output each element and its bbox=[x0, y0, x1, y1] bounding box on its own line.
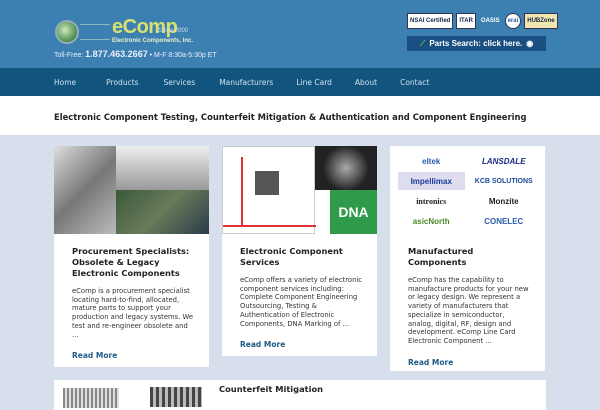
since-label: Since 2000 bbox=[158, 28, 189, 34]
card-text: eComp has the capability to manufacture … bbox=[408, 276, 529, 345]
company-name: Electronic Components, Inc. bbox=[112, 38, 194, 44]
card-procurement: Procurement Specialists: Obsolete & Lega… bbox=[54, 146, 209, 367]
nav-manufacturers[interactable]: Manufacturers bbox=[219, 78, 273, 87]
parts-search-button[interactable]: ⟋ Parts Search: click here. ◉ bbox=[407, 36, 546, 51]
page-title: Electronic Component Testing, Counterfei… bbox=[54, 112, 527, 122]
nav-services[interactable]: Services bbox=[164, 78, 196, 87]
cert-badges: NSAI Certified ITAR OASIS erai HUBZone bbox=[407, 13, 558, 29]
dna-logo: DNA bbox=[330, 190, 377, 234]
chip-image bbox=[150, 387, 202, 407]
parts-search-label: Parts Search: click here. bbox=[429, 39, 523, 48]
section-title: Counterfeit Mitigation bbox=[219, 384, 324, 394]
logo-impellimax: Impellimax bbox=[398, 172, 465, 190]
circuit-lines-icon bbox=[80, 24, 110, 40]
phone-label: Toll-Free: bbox=[54, 52, 84, 59]
manufacturer-logos: eltek LANSDALE Impellimax KCB SOLUTIONS … bbox=[390, 146, 545, 234]
logo-monzite: Monzite bbox=[488, 196, 519, 206]
logo-conelec: CONELEC bbox=[484, 216, 524, 226]
counterfeit-section: Counterfeit Mitigation bbox=[54, 380, 546, 410]
globe-logo-icon[interactable] bbox=[55, 20, 79, 44]
header: eComp Since 2000 Electronic Components, … bbox=[0, 0, 600, 68]
logo-asicnorth: asicNorth bbox=[412, 216, 450, 226]
read-more-link[interactable]: Read More bbox=[408, 358, 527, 367]
nav-about[interactable]: About bbox=[355, 78, 377, 87]
chip-icon: ◉ bbox=[526, 39, 534, 48]
logo-lansdale: LANSDALE bbox=[481, 156, 526, 166]
card-manufactured: eltek LANSDALE Impellimax KCB SOLUTIONS … bbox=[390, 146, 545, 371]
cert-erai: erai bbox=[504, 13, 522, 29]
logo-kcb: KCB SOLUTIONS bbox=[474, 177, 533, 185]
card-text: eComp is a procurement specialist locati… bbox=[72, 287, 194, 339]
card-title: Manufactured Components bbox=[408, 246, 474, 267]
card-services: DNA Electronic Component Services eComp … bbox=[222, 146, 377, 356]
cert-nsai: NSAI Certified bbox=[407, 13, 454, 29]
logo-eltek: eltek bbox=[422, 156, 441, 166]
card-title: Procurement Specialists: Obsolete & Lega… bbox=[72, 246, 190, 278]
nav-line-card[interactable]: Line Card bbox=[296, 78, 332, 87]
leaf-icon: ⟋ bbox=[419, 38, 426, 48]
cert-itar: ITAR bbox=[456, 13, 476, 29]
nav-contact[interactable]: Contact bbox=[400, 78, 429, 87]
read-more-link[interactable]: Read More bbox=[240, 340, 359, 349]
card-title: Electronic Component Services bbox=[240, 246, 343, 267]
nav-products[interactable]: Products bbox=[106, 78, 138, 87]
phone-number: 1.877.463.2667 bbox=[85, 49, 148, 59]
card-text: eComp offers a variety of electronic com… bbox=[240, 276, 363, 328]
cert-oasis: OASIS bbox=[478, 13, 502, 29]
nav-home[interactable]: Home bbox=[54, 78, 76, 87]
banner: Electronic Component Testing, Counterfei… bbox=[0, 96, 600, 135]
card-image bbox=[54, 146, 209, 234]
logo-intronics: intronics bbox=[416, 196, 447, 206]
hours: • M-F 8:30a-5:30p ET bbox=[149, 52, 217, 59]
read-more-link[interactable]: Read More bbox=[72, 351, 191, 360]
phone-info: Toll-Free: 1.877.463.2667 • M-F 8:30a-5:… bbox=[54, 49, 217, 59]
chip-image bbox=[63, 388, 119, 408]
main-nav: Home Products Services Manufacturers Lin… bbox=[0, 68, 600, 96]
card-image: DNA bbox=[222, 146, 377, 234]
cert-hubzone: HUBZone bbox=[524, 13, 558, 29]
